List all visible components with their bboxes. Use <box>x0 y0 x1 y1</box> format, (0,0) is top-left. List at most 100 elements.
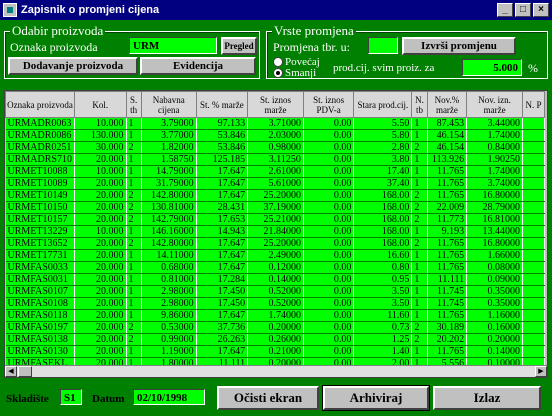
table-cell[interactable]: 10.000 <box>74 165 127 178</box>
table-cell[interactable]: 0.52000 <box>247 297 304 310</box>
prod-cij-percent-field[interactable]: 5.000 <box>462 59 522 76</box>
table-cell[interactable]: 1 <box>126 117 142 130</box>
table-cell[interactable]: 17.647 <box>196 261 249 274</box>
table-cell[interactable]: 0.16000 <box>466 321 524 334</box>
table-cell[interactable]: 21.84000 <box>247 225 304 238</box>
table-cell[interactable]: 1 <box>126 177 142 190</box>
table-row[interactable]: URMFAS0197 20.000 2 0.53000 37.736 0.20000 0.0… <box>5 321 545 334</box>
table-cell[interactable]: 22.009 <box>427 201 468 214</box>
table-row[interactable]: URMET10089 20.000 1 31.79000 17.647 5.61000 0.… <box>5 177 545 190</box>
table-cell[interactable]: 1 <box>411 225 428 238</box>
table-cell[interactable]: 17.653 <box>196 213 249 226</box>
table-cell[interactable]: 3.74000 <box>466 177 524 190</box>
table-cell[interactable]: 1.74000 <box>466 129 524 142</box>
table-cell[interactable]: 0.00 <box>303 165 355 178</box>
table-cell[interactable] <box>522 201 545 214</box>
table-cell[interactable]: 20.000 <box>74 261 127 274</box>
table-cell[interactable]: 0.00 <box>303 249 355 262</box>
table-cell[interactable]: 113.926 <box>427 153 468 166</box>
table-cell[interactable]: 125.185 <box>196 153 249 166</box>
table-cell[interactable]: 0.00 <box>303 309 355 322</box>
table-cell[interactable]: 1 <box>411 129 428 142</box>
promjena-field[interactable] <box>368 37 398 54</box>
table-row[interactable]: URMET10150 20.000 2 130.81000 28.431 37.19000… <box>5 201 545 214</box>
column-header[interactable]: St. % marže <box>195 91 249 118</box>
pregled-button[interactable]: Pregled <box>221 37 257 55</box>
table-cell[interactable]: 0.00 <box>303 141 355 154</box>
table-cell[interactable]: 20.000 <box>74 309 127 322</box>
table-cell[interactable]: 0.00 <box>303 273 355 286</box>
table-cell[interactable]: 20.000 <box>74 153 127 166</box>
table-cell[interactable]: URMET10089 <box>5 177 76 190</box>
table-cell[interactable]: 20.000 <box>74 237 127 250</box>
table-cell[interactable]: 2 <box>411 213 428 226</box>
table-cell[interactable]: 3.71000 <box>247 117 304 130</box>
table-cell[interactable]: 11.765 <box>427 177 468 190</box>
table-cell[interactable]: 1 <box>126 261 142 274</box>
table-cell[interactable]: 0.53000 <box>141 321 197 334</box>
table-cell[interactable]: 2 <box>411 189 428 202</box>
table-cell[interactable]: 16.80000 <box>466 189 524 202</box>
table-cell[interactable]: 0.14000 <box>247 273 304 286</box>
table-cell[interactable]: 3.77000 <box>141 129 197 142</box>
table-cell[interactable]: 17.450 <box>196 285 249 298</box>
table-cell[interactable]: 1 <box>126 273 142 286</box>
table-cell[interactable]: 1 <box>126 297 142 310</box>
table-cell[interactable] <box>522 141 545 154</box>
table-cell[interactable]: 26.263 <box>196 333 249 346</box>
table-row[interactable]: URMET13229 10.000 1 146.16000 14.943 21.84000… <box>5 225 545 238</box>
table-cell[interactable] <box>522 261 545 274</box>
table-cell[interactable]: 0.68000 <box>141 261 197 274</box>
table-cell[interactable]: 17.284 <box>196 273 249 286</box>
table-cell[interactable]: 142.79000 <box>141 213 197 226</box>
izvrsi-promjenu-button[interactable]: Izvrši promjenu <box>402 37 516 55</box>
table-cell[interactable]: URMFAS0107 <box>5 285 76 298</box>
table-cell[interactable]: 1.19000 <box>141 345 197 358</box>
table-cell[interactable]: 1 <box>411 153 428 166</box>
table-cell[interactable]: 142.80000 <box>141 237 197 250</box>
table-cell[interactable]: 0.84000 <box>466 141 524 154</box>
table-cell[interactable]: 2 <box>411 237 428 250</box>
table-cell[interactable]: 30.000 <box>74 141 127 154</box>
table-row[interactable]: URMET10157 20.000 2 142.79000 17.653 25.21000… <box>5 213 545 226</box>
table-cell[interactable]: 1.16000 <box>466 309 524 322</box>
table-cell[interactable]: 17.450 <box>196 297 249 310</box>
smanji-label[interactable]: Smanji <box>285 66 316 80</box>
table-cell[interactable]: URMFAS0130 <box>5 345 76 358</box>
table-cell[interactable]: 37.40 <box>353 177 413 190</box>
table-cell[interactable]: 3.50 <box>353 285 413 298</box>
column-header[interactable]: Oznaka proizvoda <box>5 91 76 118</box>
table-cell[interactable]: 1 <box>411 297 428 310</box>
table-cell[interactable]: 2 <box>126 201 142 214</box>
table-cell[interactable]: 16.80000 <box>466 237 524 250</box>
table-cell[interactable]: URMET10088 <box>5 165 76 178</box>
table-cell[interactable]: 20.000 <box>74 297 127 310</box>
table-cell[interactable]: 0.00 <box>303 213 355 226</box>
table-cell[interactable]: 1.58750 <box>141 153 197 166</box>
table-cell[interactable]: 5.50 <box>353 117 413 130</box>
dodavanje-proizvoda-button[interactable]: Dodavanje proizvoda <box>8 57 138 75</box>
table-cell[interactable]: 11.745 <box>427 285 468 298</box>
table-cell[interactable]: 11.60 <box>353 309 413 322</box>
table-cell[interactable]: 20.000 <box>74 321 127 334</box>
table-row[interactable]: URMADRS710 20.000 1 1.58750 125.185 3.11250 0.… <box>5 153 545 166</box>
table-cell[interactable]: 1.82000 <box>141 141 197 154</box>
table-cell[interactable]: 2.98000 <box>141 297 197 310</box>
table-cell[interactable]: 168.00 <box>353 189 413 202</box>
oznaka-field[interactable]: URM <box>129 37 217 54</box>
table-cell[interactable]: 5.61000 <box>247 177 304 190</box>
table-cell[interactable]: URMET17731 <box>5 249 76 262</box>
table-cell[interactable]: 0.00 <box>303 225 355 238</box>
scroll-left-arrow-icon[interactable]: ◀ <box>5 366 17 377</box>
table-cell[interactable]: URMET10149 <box>5 189 76 202</box>
table-cell[interactable]: 1 <box>411 165 428 178</box>
column-header[interactable]: Stara prod.cij. <box>353 91 413 118</box>
table-cell[interactable]: URMADR0251 <box>5 141 76 154</box>
table-cell[interactable] <box>522 117 545 130</box>
table-cell[interactable]: 11.745 <box>427 297 468 310</box>
table-row[interactable]: URMET10149 20.000 2 142.80000 17.647 25.20000… <box>5 189 545 202</box>
table-cell[interactable]: 11.765 <box>427 345 468 358</box>
table-cell[interactable]: 1 <box>126 249 142 262</box>
table-cell[interactable] <box>522 189 545 202</box>
table-cell[interactable]: URMFAS0197 <box>5 321 76 334</box>
